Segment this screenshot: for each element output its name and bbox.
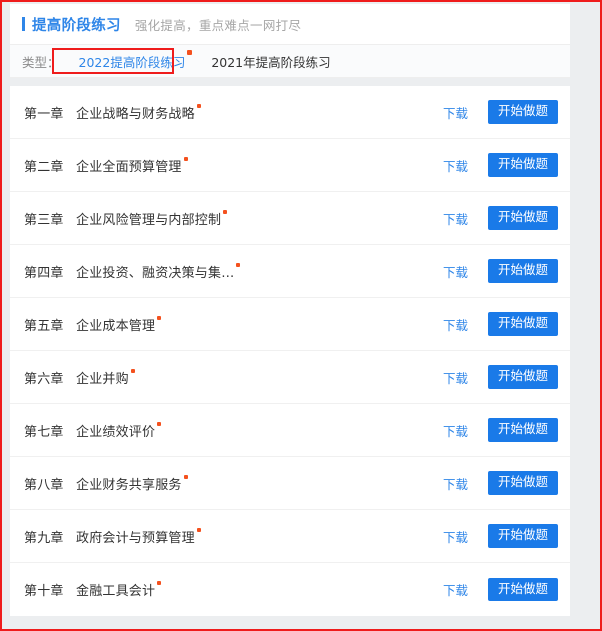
chapter-number: 第二章 bbox=[24, 159, 64, 175]
chapter-title-wrap: 企业风险管理与内部控制 bbox=[76, 209, 443, 228]
chapter-title: 企业财务共享服务 bbox=[76, 477, 182, 493]
start-exercise-button[interactable]: 开始做题 bbox=[487, 577, 558, 602]
start-exercise-button[interactable]: 开始做题 bbox=[487, 206, 558, 230]
table-row[interactable]: 第六章 企业并购 下载 开始做题 bbox=[10, 351, 570, 404]
chapter-number: 第八章 bbox=[24, 477, 64, 493]
chapter-title: 企业投资、融资决策与集… bbox=[76, 265, 235, 281]
tab-2021-exercise[interactable]: 2021年提高阶段练习 bbox=[198, 50, 343, 73]
chapter-number: 第三章 bbox=[24, 212, 64, 228]
row-actions: 下载 开始做题 bbox=[443, 312, 558, 336]
download-link[interactable]: 下载 bbox=[443, 474, 468, 493]
chapter-title: 企业并购 bbox=[76, 371, 129, 387]
start-exercise-button[interactable]: 开始做题 bbox=[487, 471, 558, 495]
chapter-title-wrap: 政府会计与预算管理 bbox=[76, 527, 443, 546]
table-row[interactable]: 第一章 企业战略与财务战略 下载 开始做题 bbox=[10, 86, 570, 139]
table-row[interactable]: 第七章 企业绩效评价 下载 开始做题 bbox=[10, 404, 570, 457]
table-row[interactable]: 第十章 金融工具会计 下载 开始做题 bbox=[10, 563, 570, 616]
page-title: 提高阶段练习 bbox=[32, 17, 121, 34]
download-link[interactable]: 下载 bbox=[443, 527, 468, 546]
new-badge-icon bbox=[157, 581, 162, 585]
row-actions: 下载 开始做题 bbox=[443, 577, 558, 602]
chapter-number: 第一章 bbox=[24, 106, 64, 122]
row-actions: 下载 开始做题 bbox=[443, 365, 558, 389]
start-exercise-button[interactable]: 开始做题 bbox=[487, 100, 558, 124]
chapter-title: 政府会计与预算管理 bbox=[76, 530, 195, 546]
chapter-title: 金融工具会计 bbox=[76, 584, 156, 599]
tab-2022-exercise[interactable]: 2022提高阶段练习 bbox=[66, 49, 199, 73]
table-row[interactable]: 第九章 政府会计与预算管理 下载 开始做题 bbox=[10, 510, 570, 563]
new-badge-icon bbox=[196, 527, 201, 532]
new-badge-icon bbox=[223, 209, 228, 214]
table-row[interactable]: 第八章 企业财务共享服务 下载 开始做题 bbox=[10, 457, 570, 510]
chapter-title-wrap: 企业全面预算管理 bbox=[76, 156, 443, 175]
new-badge-icon bbox=[196, 103, 201, 108]
chapter-title: 企业风险管理与内部控制 bbox=[76, 212, 222, 228]
new-badge-icon bbox=[183, 474, 188, 479]
download-link[interactable]: 下载 bbox=[443, 421, 468, 440]
download-link[interactable]: 下载 bbox=[443, 262, 468, 281]
download-link[interactable]: 下载 bbox=[443, 209, 468, 228]
start-exercise-button[interactable]: 开始做题 bbox=[487, 524, 558, 548]
screenshot-frame: 提高阶段练习 强化提高，重点难点一网打尽 类型： 2022提高阶段练习 2021… bbox=[0, 0, 602, 631]
chapter-title: 企业全面预算管理 bbox=[76, 159, 182, 175]
table-row[interactable]: 第五章 企业成本管理 下载 开始做题 bbox=[10, 298, 570, 351]
title-accent-bar bbox=[22, 17, 25, 31]
table-row[interactable]: 第四章 企业投资、融资决策与集… 下载 开始做题 bbox=[10, 245, 570, 298]
chapter-title: 企业绩效评价 bbox=[76, 424, 156, 440]
row-actions: 下载 开始做题 bbox=[443, 471, 558, 495]
chapter-title-wrap: 企业绩效评价 bbox=[76, 421, 443, 440]
chapter-number: 第九章 bbox=[24, 530, 64, 546]
chapter-title-wrap: 企业投资、融资决策与集… bbox=[76, 262, 443, 281]
chapter-number: 第十章 bbox=[24, 584, 64, 599]
start-exercise-button[interactable]: 开始做题 bbox=[487, 418, 558, 442]
chapter-title: 企业成本管理 bbox=[76, 318, 156, 334]
chapter-number: 第四章 bbox=[24, 265, 64, 281]
chapter-title-wrap: 企业并购 bbox=[76, 368, 443, 387]
new-badge-icon bbox=[157, 315, 162, 320]
new-badge-icon bbox=[236, 262, 241, 267]
download-link[interactable]: 下载 bbox=[443, 580, 468, 599]
chapter-title-wrap: 企业成本管理 bbox=[76, 315, 443, 334]
table-row[interactable]: 第三章 企业风险管理与内部控制 下载 开始做题 bbox=[10, 192, 570, 245]
download-link[interactable]: 下载 bbox=[443, 103, 468, 122]
page-header: 提高阶段练习 强化提高，重点难点一网打尽 bbox=[10, 4, 570, 44]
chapter-number: 第七章 bbox=[24, 424, 64, 440]
table-row[interactable]: 第二章 企业全面预算管理 下载 开始做题 bbox=[10, 139, 570, 192]
row-actions: 下载 开始做题 bbox=[443, 153, 558, 177]
new-badge-icon bbox=[157, 421, 162, 426]
row-actions: 下载 开始做题 bbox=[443, 206, 558, 230]
download-link[interactable]: 下载 bbox=[443, 156, 468, 175]
chapter-number: 第六章 bbox=[24, 371, 64, 387]
row-actions: 下载 开始做题 bbox=[443, 259, 558, 283]
new-badge-icon bbox=[183, 156, 188, 161]
start-exercise-button[interactable]: 开始做题 bbox=[487, 365, 558, 389]
page-subtitle: 强化提高，重点难点一网打尽 bbox=[134, 17, 302, 33]
tab-2021-label: 2021年提高阶段练习 bbox=[211, 54, 331, 70]
download-link[interactable]: 下载 bbox=[443, 368, 468, 387]
new-badge-icon bbox=[130, 368, 135, 373]
tab-2022-label: 2022提高阶段练习 bbox=[78, 54, 186, 70]
start-exercise-button[interactable]: 开始做题 bbox=[487, 312, 558, 336]
chapter-title-wrap: 企业财务共享服务 bbox=[76, 474, 443, 493]
row-actions: 下载 开始做题 bbox=[443, 100, 558, 124]
chapter-title-wrap: 金融工具会计 bbox=[76, 580, 443, 599]
start-exercise-button[interactable]: 开始做题 bbox=[487, 259, 558, 283]
row-actions: 下载 开始做题 bbox=[443, 524, 558, 548]
start-exercise-button[interactable]: 开始做题 bbox=[487, 153, 558, 177]
type-filter-bar: 类型： 2022提高阶段练习 2021年提高阶段练习 bbox=[10, 44, 570, 78]
row-actions: 下载 开始做题 bbox=[443, 418, 558, 442]
chapter-list: 第一章 企业战略与财务战略 下载 开始做题 第二章 企业全面预算管理 下载 开始… bbox=[10, 86, 570, 616]
header-card: 提高阶段练习 强化提高，重点难点一网打尽 类型： 2022提高阶段练习 2021… bbox=[10, 4, 570, 78]
download-link[interactable]: 下载 bbox=[443, 315, 468, 334]
type-filter-label: 类型： bbox=[22, 54, 60, 70]
chapter-number: 第五章 bbox=[24, 318, 64, 334]
chapter-title: 企业战略与财务战略 bbox=[76, 106, 195, 122]
new-badge-icon bbox=[187, 49, 193, 55]
chapter-title-wrap: 企业战略与财务战略 bbox=[76, 103, 443, 122]
